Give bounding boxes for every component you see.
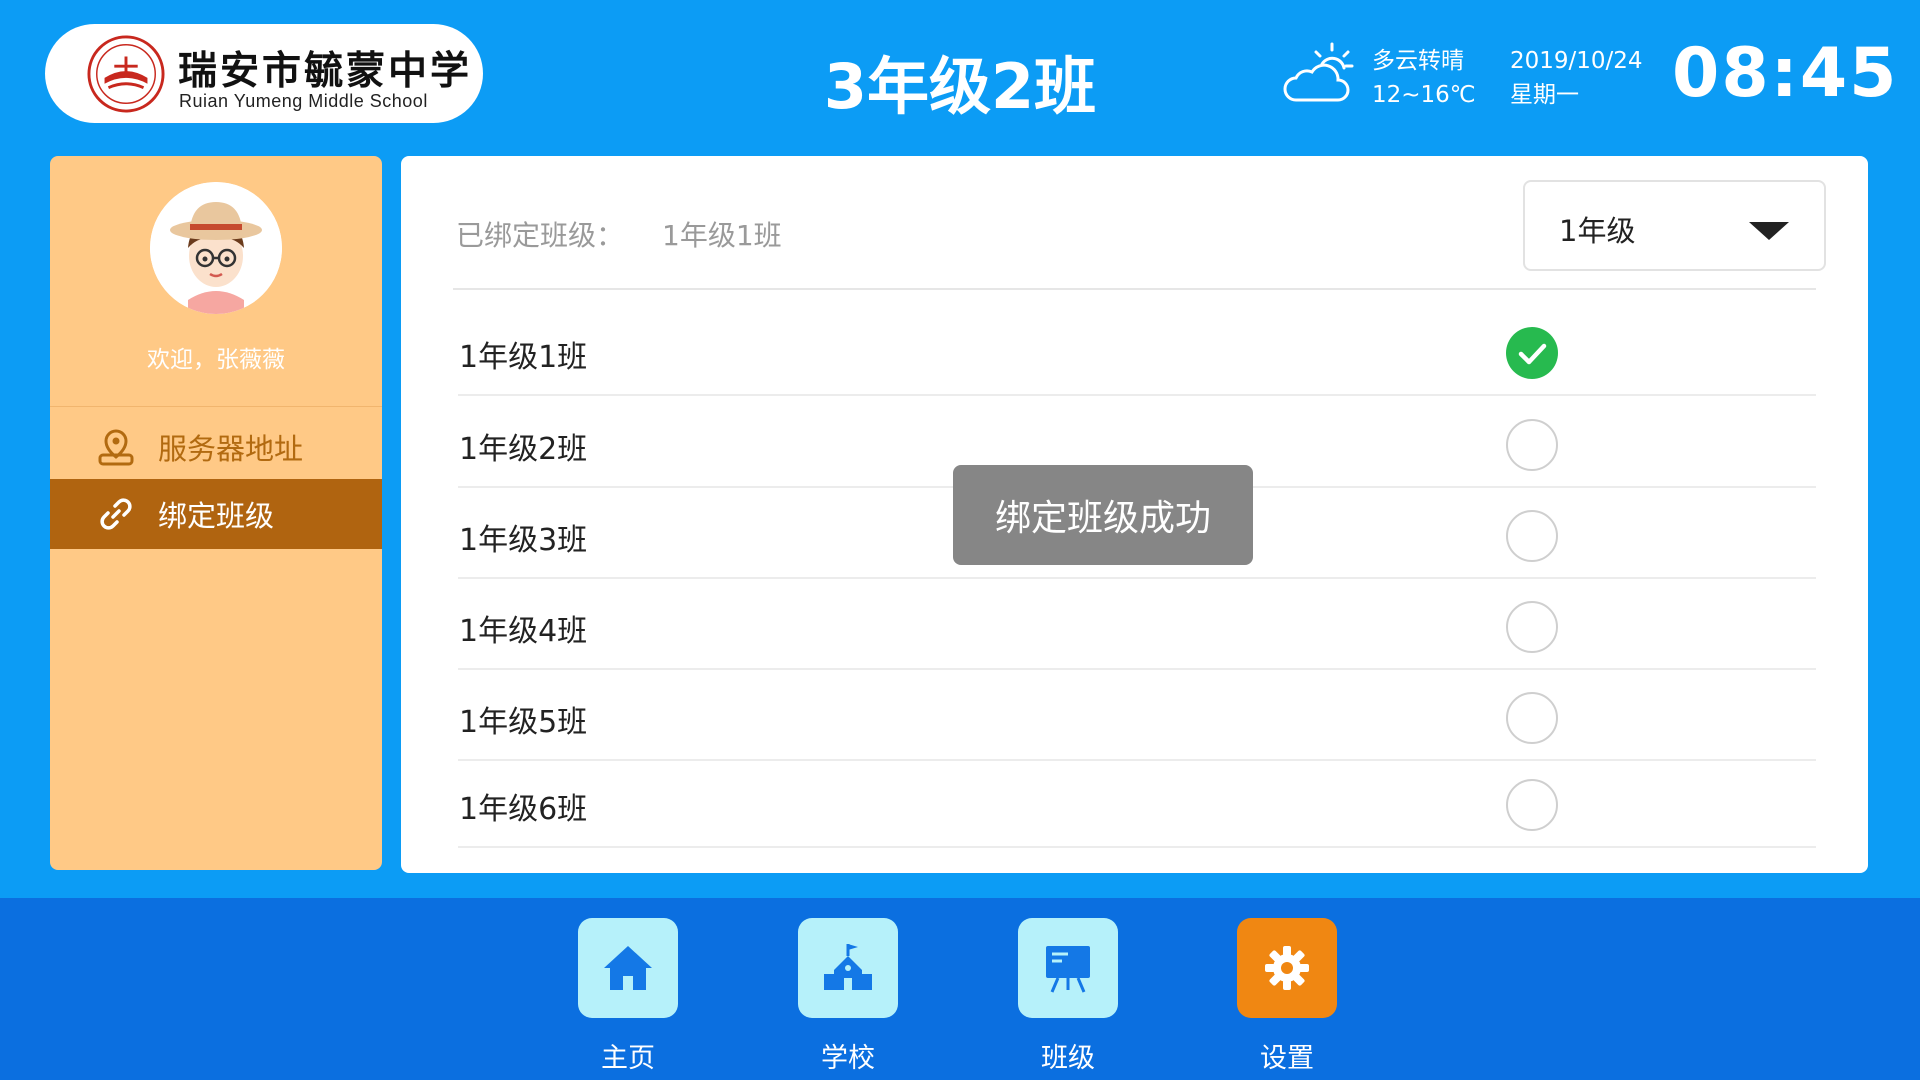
nav-button[interactable]	[798, 918, 898, 1018]
radio-circle-icon[interactable]	[1506, 419, 1558, 471]
nav-label: 设置	[1260, 1043, 1314, 1074]
school-emblem-icon	[87, 35, 165, 113]
weather-temperature: 12~16℃	[1372, 82, 1476, 108]
nav-label: 班级	[1041, 1043, 1095, 1074]
gear-icon	[1265, 946, 1309, 990]
sidebar-divider	[50, 406, 382, 407]
class-name: 1年级2班	[459, 432, 588, 467]
sidebar-item-label: 服务器地址	[158, 432, 304, 466]
partly-cloudy-icon	[1283, 42, 1354, 102]
home-icon	[604, 946, 652, 990]
nav-item-class[interactable]: 班级	[1018, 918, 1118, 1074]
school-name-cn: 瑞安市毓蒙中学	[178, 48, 473, 94]
radio-circle-icon[interactable]	[1506, 692, 1558, 744]
bound-class-info: 已绑定班级： 1年级1班	[456, 214, 782, 254]
radio-circle-icon[interactable]	[1506, 779, 1558, 831]
bottom-nav: 主页 学校 班级 设置	[0, 898, 1920, 1080]
list-divider	[453, 288, 1816, 290]
sidebar-item-label: 绑定班级	[158, 499, 275, 533]
classroom-board-icon	[1046, 946, 1090, 993]
grade-dropdown-value: 1年级	[1559, 214, 1636, 248]
bound-class-label: 已绑定班级：	[456, 219, 625, 252]
class-row[interactable]: 1年级5班	[458, 673, 1816, 761]
location-pin-icon	[96, 427, 136, 467]
date: 2019/10/24	[1510, 48, 1643, 74]
nav-item-school[interactable]: 学校	[798, 918, 898, 1074]
settings-sidebar: 欢迎，张薇薇 服务器地址 绑定班级	[50, 156, 382, 870]
class-title: 3年级2班	[823, 50, 1097, 123]
clock: 08:45	[1672, 34, 1899, 113]
school-logo: 瑞安市毓蒙中学 Ruian Yumeng Middle School	[45, 24, 483, 123]
sidebar-item-bind-class[interactable]: 绑定班级	[50, 479, 382, 549]
radio-circle-icon[interactable]	[1506, 601, 1558, 653]
welcome-text: 欢迎，张薇薇	[147, 347, 285, 373]
nav-button[interactable]	[1018, 918, 1118, 1018]
header: 瑞安市毓蒙中学 Ruian Yumeng Middle School 3年级2班…	[0, 0, 1920, 150]
date-info: 2019/10/24 星期一	[1510, 44, 1643, 112]
class-row[interactable]: 1年级1班	[458, 308, 1816, 396]
school-icon	[824, 944, 872, 990]
class-name: 1年级5班	[459, 705, 588, 740]
nav-button[interactable]	[578, 918, 678, 1018]
bound-class-value: 1年级1班	[662, 219, 782, 252]
check-circle-icon[interactable]	[1506, 327, 1558, 379]
class-row[interactable]: 1年级4班	[458, 582, 1816, 670]
avatar	[150, 182, 282, 314]
link-icon	[96, 494, 136, 534]
radio-circle-icon[interactable]	[1506, 510, 1558, 562]
weekday: 星期一	[1510, 82, 1579, 108]
class-name: 1年级4班	[459, 614, 588, 649]
user-avatar-icon	[150, 182, 282, 314]
grade-dropdown[interactable]: 1年级	[1523, 180, 1826, 271]
success-toast: 绑定班级成功	[953, 465, 1253, 565]
school-name-en: Ruian Yumeng Middle School	[179, 91, 428, 111]
weather-condition: 多云转晴	[1372, 48, 1464, 74]
nav-label: 主页	[601, 1043, 655, 1074]
sidebar-item-server-address[interactable]: 服务器地址	[50, 412, 382, 482]
class-name: 1年级6班	[459, 792, 588, 827]
nav-item-home[interactable]: 主页	[578, 918, 678, 1074]
class-row[interactable]: 1年级6班	[458, 760, 1816, 848]
class-name: 1年级3班	[459, 523, 588, 558]
nav-item-settings[interactable]: 设置	[1237, 918, 1337, 1074]
nav-button[interactable]	[1237, 918, 1337, 1018]
chevron-down-icon	[1749, 222, 1789, 240]
class-name: 1年级1班	[459, 340, 588, 375]
nav-label: 学校	[821, 1043, 875, 1074]
weather-info: 多云转晴 12~16℃	[1372, 44, 1476, 112]
